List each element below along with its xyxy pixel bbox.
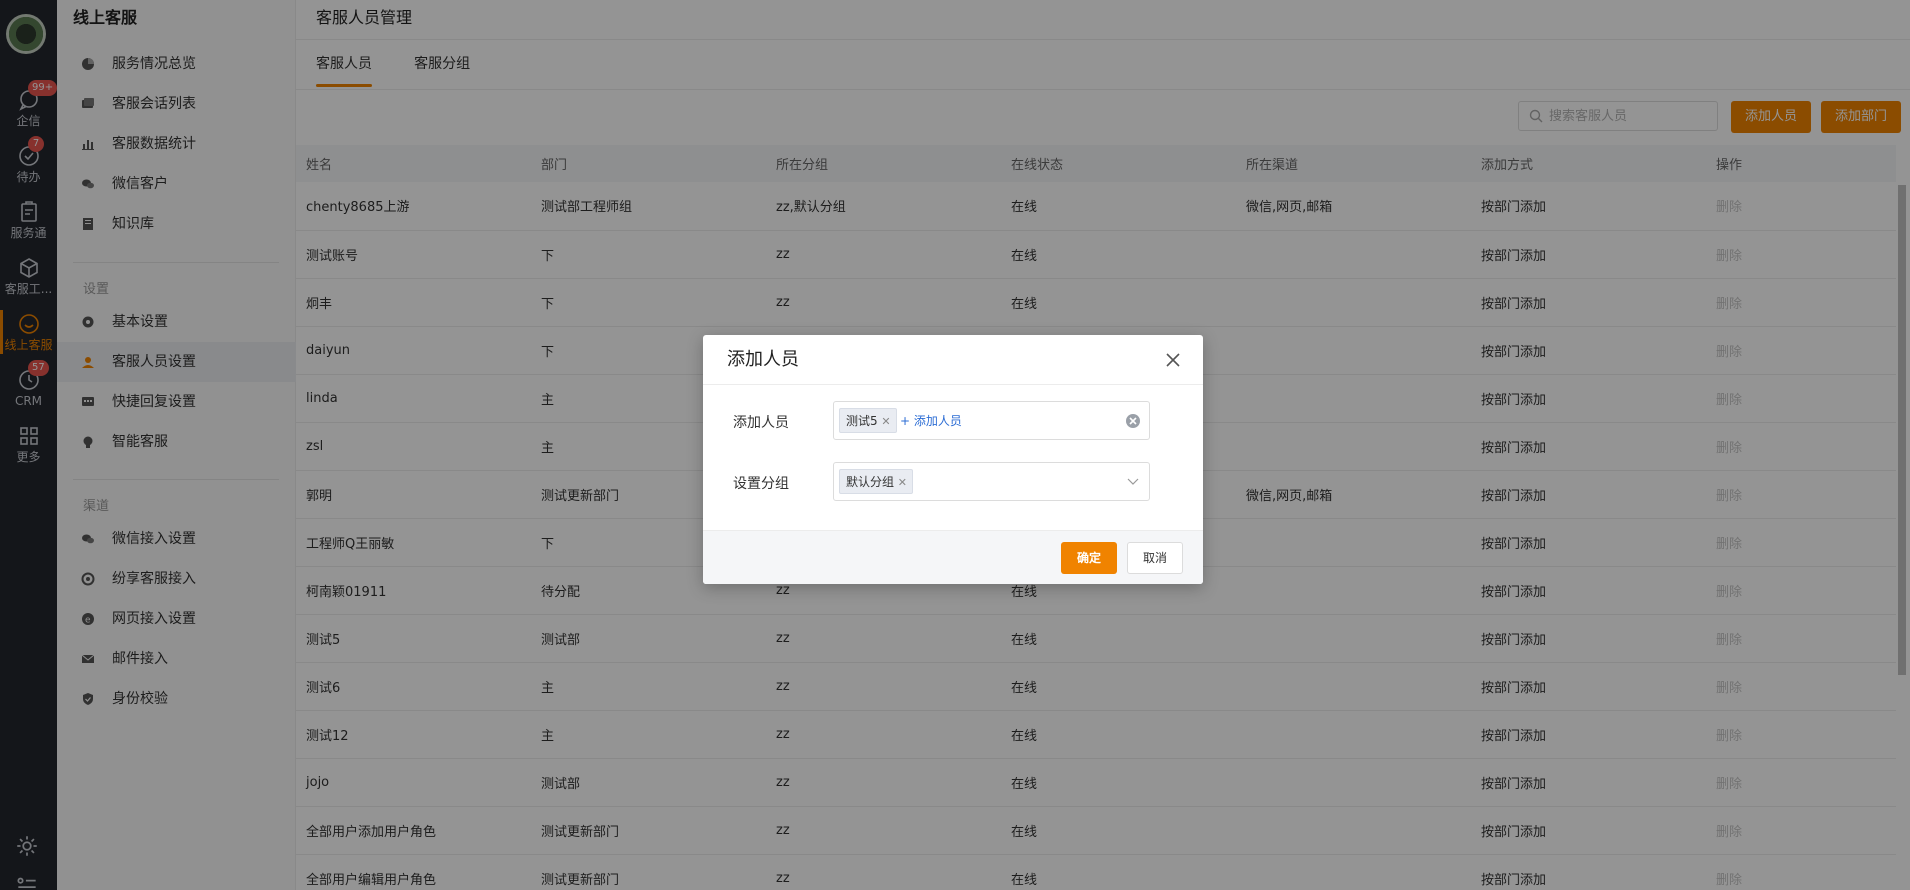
add-person-label: 添加人员: [733, 415, 789, 431]
cancel-button[interactable]: 取消: [1127, 542, 1183, 574]
tag-text: 默认分组: [846, 475, 895, 489]
set-group-label: 设置分组: [733, 476, 789, 492]
selected-group-tag: 默认分组 ✕: [839, 469, 914, 495]
dialog-footer: 确定 取消: [703, 530, 1203, 584]
add-person-dialog: 添加人员 添加人员 测试5 ✕ + 添加人员 设置分组 默认分组 ✕ 确定 取消: [703, 335, 1203, 584]
clear-icon[interactable]: [1125, 413, 1141, 429]
tag-text: 测试5: [846, 414, 878, 428]
dialog-header: 添加人员: [703, 335, 1203, 385]
add-person-link[interactable]: + 添加人员: [900, 412, 962, 429]
remove-tag-icon[interactable]: ✕: [881, 409, 890, 434]
remove-tag-icon[interactable]: ✕: [898, 470, 907, 495]
close-icon[interactable]: [1165, 352, 1181, 368]
confirm-button[interactable]: 确定: [1061, 542, 1117, 574]
dialog-title: 添加人员: [727, 349, 799, 370]
person-picker[interactable]: 测试5 ✕ + 添加人员: [833, 401, 1150, 440]
chevron-down-icon: [1127, 478, 1139, 485]
selected-person-tag: 测试5 ✕: [839, 408, 897, 433]
group-select[interactable]: 默认分组 ✕: [833, 462, 1150, 501]
